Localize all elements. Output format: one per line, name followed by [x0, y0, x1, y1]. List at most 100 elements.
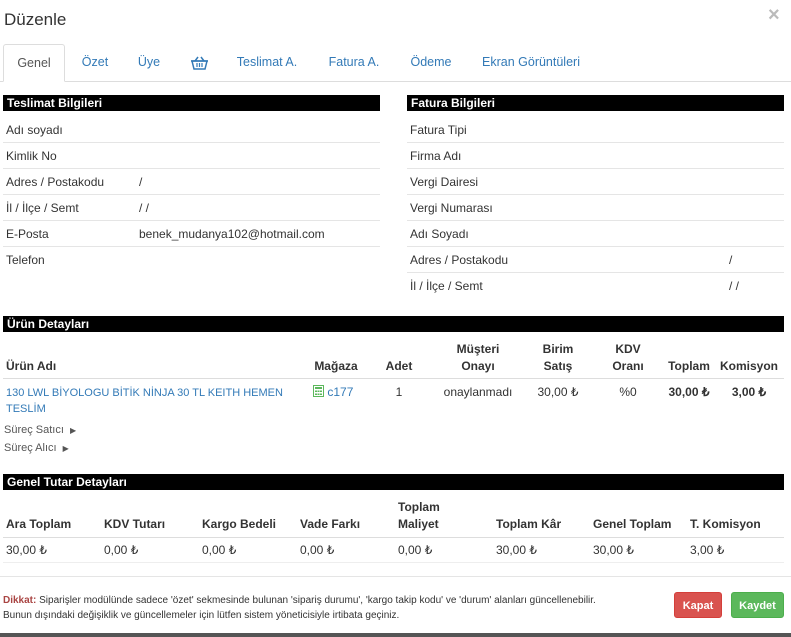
modal-title: Düzenle [4, 10, 67, 29]
fatura-row: İl / İlçe / Semt / / [407, 273, 784, 299]
tab-uye[interactable]: Üye [128, 44, 170, 82]
teslimat-row: İl / İlçe / Semt / / [3, 195, 380, 221]
fatura-label: Firma Adı [410, 149, 462, 163]
col-kdv-orani: KDV Oranı [604, 342, 652, 374]
surec-alici-label: Süreç Alıcı [4, 442, 57, 454]
teslimat-row: E-Posta benek_mudanya102@hotmail.com [3, 221, 380, 247]
commission-value: 3,00 ₺ [731, 385, 767, 399]
tab-ekran-goruntuleri[interactable]: Ekran Görüntüleri [472, 44, 590, 82]
fatura-label: İl / İlçe / Semt [410, 279, 483, 293]
kargo-bedeli-value: 0,00 ₺ [202, 543, 237, 557]
basket-icon [190, 56, 208, 70]
calculator-icon [313, 385, 324, 397]
product-name-link[interactable]: 130 LWL BİYOLOGU BİTİK NİNJA 30 TL KEITH… [6, 385, 296, 417]
col-kdv-line2: Oranı [612, 359, 644, 373]
col-birim-line2: Satış [543, 359, 573, 373]
teslimat-email-value: benek_mudanya102@hotmail.com [139, 227, 325, 241]
fatura-row: Adı Soyadı [407, 221, 784, 247]
col-toplam-maliyet-line2: Maliyet [398, 517, 439, 531]
surec-alici-toggle[interactable]: Süreç Alıcı ▶ [4, 442, 69, 454]
fatura-label: Adres / Postakodu [410, 253, 509, 267]
tab-ozet[interactable]: Özet [72, 44, 118, 82]
fatura-label: Vergi Dairesi [410, 175, 479, 189]
teslimat-label: E-Posta [6, 227, 49, 241]
teslimat-label: Kimlik No [6, 149, 57, 163]
close-icon[interactable]: × [768, 4, 780, 27]
col-toplam: Toplam [668, 359, 710, 373]
kdv-value: %0 [619, 385, 637, 399]
t-komisyon-value: 3,00 ₺ [690, 543, 725, 557]
warning-label: Dikkat: [3, 595, 37, 606]
teslimat-value: / / [139, 201, 150, 215]
teslimat-row: Telefon [3, 247, 380, 273]
col-kargo-bedeli: Kargo Bedeli [202, 517, 277, 531]
col-musteri-line1: Müşteri [456, 342, 500, 356]
col-kdv-line1: KDV [615, 342, 641, 356]
teslimat-row: Adı soyadı [3, 117, 380, 143]
teslimat-label: İl / İlçe / Semt [6, 201, 79, 215]
col-birim-line1: Birim [542, 342, 574, 356]
warning-note: Dikkat: Siparişler modülünde sadece 'öze… [3, 593, 663, 623]
teslimat-section-title: Teslimat Bilgileri [3, 95, 380, 111]
tab-fatura-adresi[interactable]: Fatura A. [318, 44, 390, 82]
kapat-button[interactable]: Kapat [674, 592, 722, 618]
table-divider [3, 537, 784, 538]
col-ara-toplam: Ara Toplam [6, 517, 72, 531]
tab-odeme[interactable]: Ödeme [402, 44, 460, 82]
store-link[interactable]: c177 [327, 385, 353, 399]
genel-toplam-value: 30,00 ₺ [593, 543, 634, 557]
table-divider [3, 562, 784, 563]
tab-bar: Genel Özet Üye Teslimat A. Fatura A. Öde… [0, 44, 791, 82]
caret-right-icon: ▶ [62, 444, 69, 453]
ara-toplam-value: 30,00 ₺ [6, 543, 47, 557]
fatura-row: Vergi Dairesi [407, 169, 784, 195]
footer-divider [0, 576, 791, 577]
col-vade-farki: Vade Farkı [300, 517, 361, 531]
teslimat-label: Adres / Postakodu [6, 175, 105, 189]
fatura-row: Fatura Tipi [407, 117, 784, 143]
surec-satici-toggle[interactable]: Süreç Satıcı ▶ [4, 424, 76, 436]
caret-right-icon: ▶ [69, 426, 77, 435]
urun-section-title: Ürün Detayları [3, 316, 784, 332]
warning-line2: Bunun dışındaki değişiklik ve güncelleme… [3, 610, 400, 621]
teslimat-label: Telefon [6, 253, 45, 267]
teslimat-row: Kimlik No [3, 143, 380, 169]
col-kdv-tutari: KDV Tutarı [104, 517, 166, 531]
store-cell[interactable]: c177 [313, 385, 353, 399]
vade-farki-value: 0,00 ₺ [300, 543, 335, 557]
tab-basket[interactable] [184, 44, 214, 82]
warning-line1: Siparişler modülünde sadece 'özet' sekme… [39, 595, 596, 606]
col-adet: Adet [385, 359, 413, 373]
col-komisyon: Komisyon [719, 359, 778, 373]
fatura-row: Firma Adı [407, 143, 784, 169]
col-genel-toplam: Genel Toplam [593, 517, 672, 531]
genel-section-title: Genel Tutar Detayları [3, 474, 784, 490]
fatura-value: / [729, 253, 733, 267]
teslimat-row: Adres / Postakodu / [3, 169, 380, 195]
tab-genel[interactable]: Genel [3, 44, 65, 82]
col-musteri-onayi: Müşteri Onayı [440, 342, 516, 374]
toplam-kar-value: 30,00 ₺ [496, 543, 537, 557]
col-urun-adi: Ürün Adı [6, 359, 57, 373]
teslimat-value: / [139, 175, 143, 189]
page-bottom-edge [0, 633, 791, 637]
qty-value: 1 [395, 385, 403, 399]
surec-satici-label: Süreç Satıcı [4, 424, 64, 436]
tab-teslimat-adresi[interactable]: Teslimat A. [228, 44, 306, 82]
approval-value: onaylanmadı [443, 385, 513, 399]
fatura-row: Adres / Postakodu / [407, 247, 784, 273]
product-name-line2: TESLİM [6, 403, 46, 415]
fatura-value: / / [729, 279, 740, 293]
total-value: 30,00 ₺ [668, 385, 710, 399]
col-birim-satis: Birim Satış [528, 342, 588, 374]
fatura-label: Fatura Tipi [410, 123, 467, 137]
fatura-row: Vergi Numarası [407, 195, 784, 221]
col-toplam-maliyet-line1: Toplam [398, 500, 440, 514]
product-name-line1: 130 LWL BİYOLOGU BİTİK NİNJA 30 TL KEITH… [6, 387, 283, 399]
unit-price-value: 30,00 ₺ [537, 385, 579, 399]
col-musteri-line2: Onayı [461, 359, 495, 373]
kaydet-button[interactable]: Kaydet [731, 592, 784, 618]
col-toplam-maliyet: Toplam Maliyet [398, 500, 440, 532]
col-t-komisyon: T. Komisyon [690, 517, 761, 531]
col-magaza: Mağaza [314, 359, 358, 373]
